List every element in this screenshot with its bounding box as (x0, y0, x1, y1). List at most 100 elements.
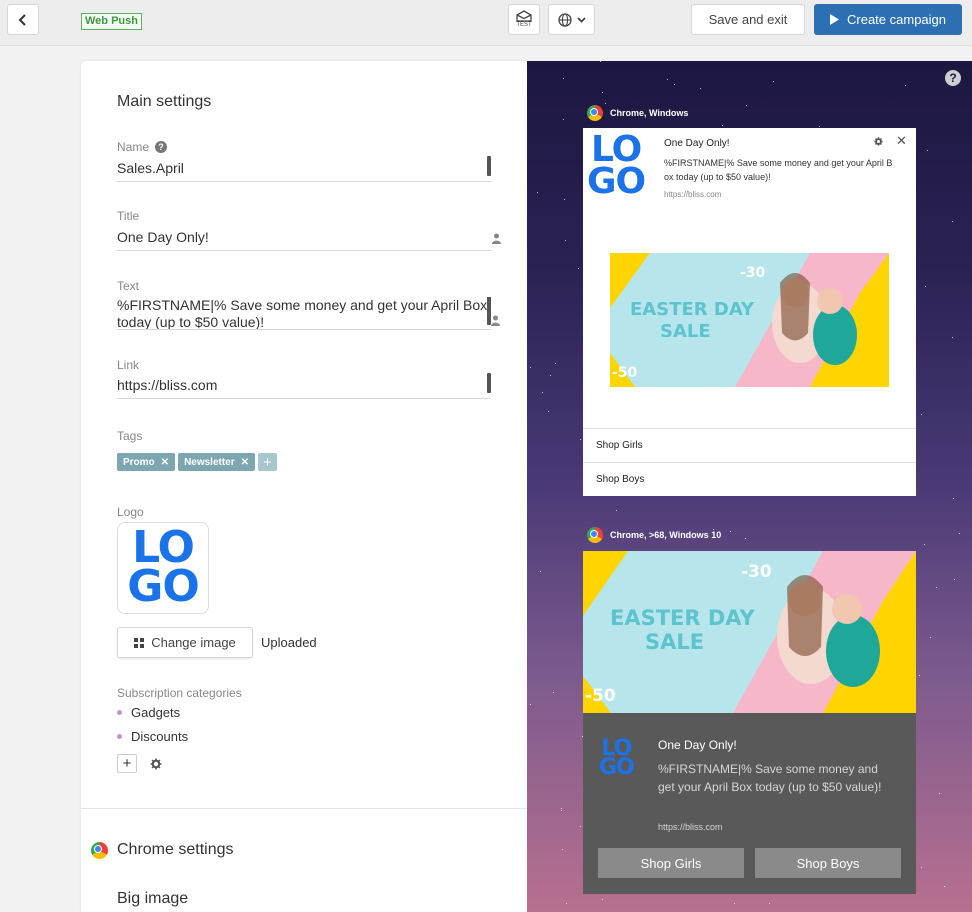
subscription-label: Subscription categories (117, 686, 242, 700)
notification-button[interactable]: Shop Girls (598, 848, 744, 878)
gear-icon[interactable] (150, 758, 162, 770)
name-value: Sales.April (117, 160, 184, 176)
notification-button[interactable]: Shop Boys (755, 848, 901, 878)
star (927, 150, 928, 151)
logo-line: GO (587, 160, 646, 202)
star (924, 544, 925, 545)
star (548, 411, 549, 412)
play-icon (830, 14, 839, 25)
create-campaign-label: Create campaign (847, 12, 946, 27)
link-field[interactable]: https://bliss.com (117, 373, 491, 399)
star (561, 810, 562, 811)
chrome-settings-title: Chrome settings (117, 841, 234, 858)
star (919, 675, 920, 676)
name-label: Name ? (117, 140, 168, 154)
tags-label: Tags (117, 429, 143, 443)
star (602, 92, 603, 93)
star (905, 85, 906, 86)
upload-status: Uploaded (261, 635, 317, 650)
star (674, 84, 675, 85)
notification-text: %FIRSTNAME|% Save some money and get you… (658, 762, 882, 794)
star (953, 498, 954, 499)
browser-label: Chrome, Windows (587, 105, 688, 121)
notification-text: %FIRSTNAME|% Save some money and get you… (664, 158, 893, 182)
language-select[interactable] (548, 4, 595, 35)
star (921, 414, 922, 415)
tag-label: Promo (123, 456, 155, 468)
logo-line: GO (127, 561, 200, 612)
star (954, 579, 955, 580)
discount-badge: -50 (612, 365, 638, 381)
chevron-down-icon (576, 16, 586, 23)
star (562, 849, 563, 850)
tag-item: Promo ✕ (117, 453, 176, 471)
remove-tag-icon[interactable]: ✕ (241, 457, 249, 468)
name-field[interactable]: Sales.April (117, 156, 491, 182)
title-field[interactable]: One Day Only! (117, 229, 501, 251)
category-item: Gadgets (117, 705, 180, 720)
test-send-button[interactable]: TEST (508, 4, 540, 35)
add-tag-button[interactable]: + (258, 453, 278, 471)
close-icon[interactable]: ✕ (896, 133, 907, 149)
title-value: One Day Only! (117, 229, 209, 245)
remove-tag-icon[interactable]: ✕ (161, 457, 169, 468)
field-drag-handle (487, 156, 491, 176)
add-category-button[interactable]: + (117, 754, 137, 773)
star (600, 61, 601, 62)
save-and-exit-button[interactable]: Save and exit (691, 4, 805, 35)
banner-headline: EASTER DAY (630, 299, 755, 320)
notification-logo: LO GO (587, 132, 646, 202)
notification-button[interactable]: Shop Girls (583, 428, 916, 462)
personalization-icon[interactable] (492, 233, 501, 244)
bullet-icon (117, 710, 122, 715)
star (944, 886, 945, 887)
star (561, 808, 562, 809)
star (745, 538, 746, 539)
star (722, 125, 723, 126)
chrome-icon (91, 841, 108, 859)
star (580, 439, 581, 440)
discount-badge: -50 (585, 686, 616, 706)
big-image: EASTER DAY SALE -30 -50 (610, 253, 889, 387)
star (530, 704, 531, 705)
star (563, 78, 564, 79)
text-field[interactable]: %FIRSTNAME|% Save some money and get you… (117, 297, 491, 330)
change-image-button[interactable]: Change image (117, 627, 253, 658)
star (700, 88, 701, 89)
channel-badge: Web Push (81, 13, 142, 30)
link-value: https://bliss.com (117, 377, 218, 393)
star (563, 119, 564, 120)
star (555, 363, 556, 364)
logo-preview: LO GO (117, 522, 209, 614)
star (921, 867, 922, 868)
banner-headline: SALE (660, 321, 711, 342)
logo-image: LO GO (127, 526, 200, 612)
logo-label: Logo (117, 505, 144, 519)
gear-icon[interactable] (874, 137, 883, 146)
name-label-text: Name (117, 140, 150, 154)
star (564, 199, 565, 200)
tag-item: Newsletter ✕ (178, 453, 256, 471)
star (952, 337, 953, 338)
preview-panel: ? Chrome, Windows LO GO One Day Only! %F… (527, 61, 972, 912)
star (605, 103, 606, 104)
personalization-icon[interactable] (491, 315, 500, 326)
notification-button[interactable]: Shop Boys (583, 462, 916, 496)
help-icon[interactable]: ? (155, 141, 168, 153)
browser-name: Chrome, >68, Windows 10 (610, 530, 722, 540)
create-campaign-button[interactable]: Create campaign (814, 4, 962, 35)
field-drag-handle (487, 373, 491, 393)
star (925, 286, 926, 287)
big-image: EASTER DAY SALE -30 -50 (583, 551, 916, 713)
section-title: Main settings (117, 93, 212, 110)
star (553, 692, 554, 693)
notification-preview-windows: LO GO One Day Only! %FIRSTNAME|% Save so… (583, 128, 916, 496)
star (580, 826, 581, 827)
bullet-icon (117, 734, 122, 739)
star (540, 571, 541, 572)
notification-preview-windows10: EASTER DAY SALE -30 -50 LO GO One Day On… (583, 551, 916, 894)
star (936, 587, 937, 588)
back-button[interactable] (7, 4, 39, 35)
text-label: Text (117, 279, 140, 293)
help-icon[interactable]: ? (945, 70, 961, 86)
